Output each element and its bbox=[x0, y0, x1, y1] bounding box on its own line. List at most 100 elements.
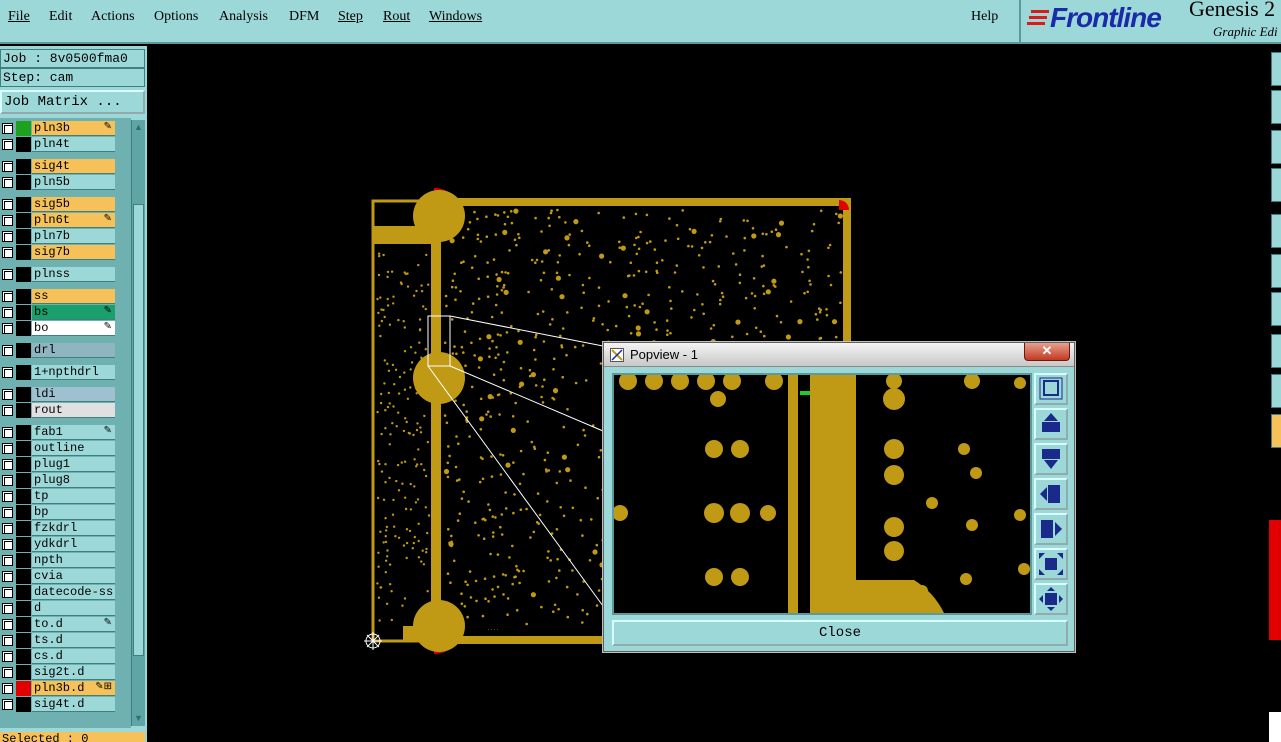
close-icon[interactable]: ✕ bbox=[1024, 343, 1070, 361]
right-tool-5[interactable] bbox=[1271, 214, 1281, 248]
layer-row[interactable]: plug8 bbox=[0, 473, 131, 488]
layer-checkbox[interactable] bbox=[2, 247, 13, 258]
layer-color-swatch[interactable] bbox=[16, 159, 31, 174]
layer-row[interactable]: sig4t bbox=[0, 159, 131, 174]
zoom-in-icon[interactable] bbox=[1034, 548, 1068, 580]
right-tool-1[interactable] bbox=[1271, 52, 1281, 86]
layer-color-swatch[interactable] bbox=[16, 601, 31, 616]
layer-row[interactable]: sig4t.d bbox=[0, 697, 131, 712]
layer-name[interactable]: sig5b bbox=[32, 197, 115, 212]
layer-row[interactable]: ydkdrl bbox=[0, 537, 131, 552]
layer-name[interactable]: plug8 bbox=[32, 473, 115, 488]
layer-color-swatch[interactable] bbox=[16, 585, 31, 600]
layer-checkbox[interactable] bbox=[2, 345, 13, 356]
layer-color-swatch[interactable] bbox=[16, 245, 31, 260]
layer-name[interactable]: plug1 bbox=[32, 457, 115, 472]
layer-name[interactable]: sig7b bbox=[32, 245, 115, 260]
layer-row[interactable]: pln7b bbox=[0, 229, 131, 244]
layer-color-swatch[interactable] bbox=[16, 229, 31, 244]
menu-options[interactable]: Options bbox=[154, 9, 198, 25]
layer-checkbox[interactable] bbox=[2, 523, 13, 534]
layer-row[interactable]: bo ✎ bbox=[0, 321, 131, 336]
layer-checkbox[interactable] bbox=[2, 555, 13, 566]
menu-windows[interactable]: Windows bbox=[429, 9, 482, 25]
layer-name[interactable]: pln5b bbox=[32, 175, 115, 190]
scroll-up-icon[interactable]: ▲ bbox=[133, 121, 144, 133]
layer-color-swatch[interactable] bbox=[16, 213, 31, 228]
layer-row[interactable]: pln6t ✎ bbox=[0, 213, 131, 228]
layer-color-swatch[interactable] bbox=[16, 441, 31, 456]
layer-name[interactable]: plnss bbox=[32, 267, 115, 282]
layer-color-swatch[interactable] bbox=[16, 425, 31, 440]
layer-row[interactable]: 1+npthdrl bbox=[0, 365, 131, 380]
layer-row[interactable]: sig2t.d bbox=[0, 665, 131, 680]
layer-color-swatch[interactable] bbox=[16, 617, 31, 632]
layer-checkbox[interactable] bbox=[2, 571, 13, 582]
layer-row[interactable]: rout bbox=[0, 403, 131, 418]
layer-checkbox[interactable] bbox=[2, 539, 13, 550]
pan-down-icon[interactable] bbox=[1034, 443, 1068, 475]
layer-row[interactable]: to.d ✎ bbox=[0, 617, 131, 632]
layer-checkbox[interactable] bbox=[2, 291, 13, 302]
layer-name[interactable]: datecode-ss bbox=[32, 585, 115, 600]
layer-color-swatch[interactable] bbox=[16, 553, 31, 568]
layer-checkbox[interactable] bbox=[2, 587, 13, 598]
layer-row[interactable]: bp bbox=[0, 505, 131, 520]
layer-checkbox[interactable] bbox=[2, 123, 13, 134]
layer-checkbox[interactable] bbox=[2, 199, 13, 210]
layer-name[interactable]: sig4t.d bbox=[32, 697, 115, 712]
layer-checkbox[interactable] bbox=[2, 231, 13, 242]
menu-dfm[interactable]: DFM bbox=[289, 9, 319, 25]
layer-row[interactable]: bs ✎ bbox=[0, 305, 131, 320]
right-tool-2[interactable] bbox=[1271, 90, 1281, 124]
layer-name[interactable]: bo ✎ bbox=[32, 321, 115, 336]
layer-row[interactable]: sig5b bbox=[0, 197, 131, 212]
layer-row[interactable]: ts.d bbox=[0, 633, 131, 648]
layer-checkbox[interactable] bbox=[2, 405, 13, 416]
layer-scrollbar[interactable]: ▲ ▼ bbox=[131, 120, 145, 726]
layer-checkbox[interactable] bbox=[2, 139, 13, 150]
layer-color-swatch[interactable] bbox=[16, 305, 31, 320]
layer-checkbox[interactable] bbox=[2, 177, 13, 188]
layer-color-swatch[interactable] bbox=[16, 505, 31, 520]
menu-file[interactable]: File bbox=[8, 9, 30, 25]
layer-checkbox[interactable] bbox=[2, 307, 13, 318]
pan-up-icon[interactable] bbox=[1034, 408, 1068, 440]
layer-color-swatch[interactable] bbox=[16, 521, 31, 536]
layer-color-swatch[interactable] bbox=[16, 473, 31, 488]
layer-color-swatch[interactable] bbox=[16, 697, 31, 712]
right-tool-4[interactable] bbox=[1271, 168, 1281, 202]
zoom-fit-icon[interactable] bbox=[1034, 373, 1068, 405]
layer-row[interactable]: ldi bbox=[0, 387, 131, 402]
layer-color-swatch[interactable] bbox=[16, 197, 31, 212]
layer-name[interactable]: ss bbox=[32, 289, 115, 304]
right-tool-7[interactable] bbox=[1271, 292, 1281, 326]
layer-name[interactable]: to.d ✎ bbox=[32, 617, 115, 632]
layer-row[interactable]: d bbox=[0, 601, 131, 616]
layer-checkbox[interactable] bbox=[2, 603, 13, 614]
layer-color-swatch[interactable] bbox=[16, 121, 31, 136]
layer-color-swatch[interactable] bbox=[16, 537, 31, 552]
layer-color-swatch[interactable] bbox=[16, 403, 31, 418]
scroll-thumb[interactable] bbox=[133, 204, 144, 656]
layer-checkbox[interactable] bbox=[2, 475, 13, 486]
zoom-out-icon[interactable] bbox=[1034, 583, 1068, 615]
layer-name[interactable]: cs.d bbox=[32, 649, 115, 664]
layer-name[interactable]: cvia bbox=[32, 569, 115, 584]
popview-close-button[interactable]: Close bbox=[612, 620, 1068, 646]
job-matrix-button[interactable]: Job Matrix ... bbox=[0, 90, 145, 114]
layer-row[interactable]: datecode-ss bbox=[0, 585, 131, 600]
layer-color-swatch[interactable] bbox=[16, 365, 31, 380]
pan-right-icon[interactable] bbox=[1034, 513, 1068, 545]
layer-row[interactable]: pln3b.d ✎⊞ bbox=[0, 681, 131, 696]
layer-row[interactable]: cs.d bbox=[0, 649, 131, 664]
layer-checkbox[interactable] bbox=[2, 619, 13, 630]
layer-name[interactable]: d bbox=[32, 601, 115, 616]
layer-name[interactable]: rout bbox=[32, 403, 115, 418]
layer-checkbox[interactable] bbox=[2, 427, 13, 438]
layer-checkbox[interactable] bbox=[2, 683, 13, 694]
layer-color-swatch[interactable] bbox=[16, 321, 31, 336]
layer-color-swatch[interactable] bbox=[16, 343, 31, 358]
layer-checkbox[interactable] bbox=[2, 651, 13, 662]
layer-name[interactable]: ts.d bbox=[32, 633, 115, 648]
